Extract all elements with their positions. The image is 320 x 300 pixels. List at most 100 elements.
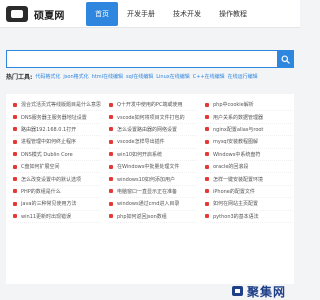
bullet-icon: [205, 189, 209, 194]
article-title: 怎么设置路由器的网络设置: [117, 126, 178, 133]
article-title: 混合式活页式等线版题目是什么意思: [21, 102, 101, 109]
bullet-icon: [109, 214, 113, 219]
article-link[interactable]: vscode如何将项目文件打包的: [109, 111, 197, 124]
nav-item-home[interactable]: 首页: [86, 2, 118, 26]
article-title: win10如何开启系统: [117, 151, 163, 158]
article-link[interactable]: win11更新时出现错误: [13, 211, 101, 223]
article-title: 怎样一键安装配置环境: [213, 176, 264, 183]
article-title: iPhone的配置文件: [213, 188, 255, 195]
bullet-icon: [109, 201, 113, 206]
top-header: 硕夏网 首页 开发手册 技术开发 操作教程: [0, 0, 300, 28]
bullet-icon: [13, 152, 17, 157]
bullet-icon: [13, 214, 17, 219]
bullet-icon: [109, 189, 113, 194]
article-link[interactable]: 如何在网站主页配置: [205, 198, 293, 211]
article-title: 电脑窗口一直显示正在准备: [117, 188, 178, 195]
bullet-icon: [205, 127, 209, 132]
main-nav: 首页 开发手册 技术开发 操作教程: [86, 0, 256, 28]
site-logo[interactable]: 硕夏网: [6, 6, 65, 22]
bullet-icon: [13, 102, 17, 107]
bullet-icon: [13, 164, 17, 169]
article-link[interactable]: 混合式活页式等线版题目是什么意思: [13, 99, 101, 112]
article-link[interactable]: vscode怎样导出插件: [109, 136, 197, 149]
article-link[interactable]: 在Windows中批量处理文件: [109, 161, 197, 174]
article-link[interactable]: php中cookie解析: [205, 99, 293, 112]
article-title: Windows中系统盘符: [213, 151, 261, 158]
article-link[interactable]: mysql安装教程图解: [205, 136, 293, 149]
article-link[interactable]: Q十开发中使用的PC端或使用: [109, 99, 197, 112]
nav-item-dev-manual[interactable]: 开发手册: [118, 2, 164, 26]
article-link[interactable]: nginx配置alias与root: [205, 124, 293, 137]
article-link[interactable]: 怎么设置路由器的网络设置: [109, 124, 197, 137]
article-title: windows10如何添加用户: [117, 176, 175, 183]
bullet-icon: [205, 139, 209, 144]
article-link[interactable]: 用户关系的数据管理器: [205, 111, 293, 124]
search-bar: [6, 50, 294, 68]
article-link[interactable]: python3的基本语法: [205, 211, 293, 223]
article-title: C盘如何扩展空间: [21, 164, 60, 171]
article-link[interactable]: PHP的数组是什么: [13, 186, 101, 199]
article-link[interactable]: php如何返回json数组: [109, 211, 197, 223]
article-title: 进程管理中如何终止程序: [21, 139, 77, 146]
hot-tool-link[interactable]: C++在线编辑: [193, 73, 225, 80]
article-link[interactable]: 电脑窗口一直显示正在准备: [109, 186, 197, 199]
bullet-icon: [109, 139, 113, 144]
article-title: mysql安装教程图解: [213, 139, 258, 146]
article-link[interactable]: java的三种常见使用方法: [13, 198, 101, 211]
nav-item-tutorials[interactable]: 操作教程: [210, 2, 256, 26]
hot-tool-link[interactable]: 在线运行编辑: [228, 73, 258, 80]
bullet-icon: [13, 139, 17, 144]
article-title: Q十开发中使用的PC端或使用: [117, 102, 183, 109]
article-title: PHP的数组是什么: [21, 188, 61, 195]
hot-tools-bar: 热门工具: 代码格式化 json格式化 html在线编辑 sql在线编辑 Lin…: [6, 71, 294, 81]
article-link[interactable]: 怎么改变设置中的默认选项: [13, 173, 101, 186]
bullet-icon: [13, 177, 17, 182]
article-title: nginx配置alias与root: [213, 126, 264, 133]
watermark-text: 聚集网: [246, 284, 286, 299]
article-link[interactable]: 怎样一键安装配置环境: [205, 173, 293, 186]
article-title: php如何返回json数组: [117, 213, 167, 220]
article-link[interactable]: DNS模式 Dublin Core: [13, 149, 101, 161]
bullet-icon: [205, 214, 209, 219]
bullet-icon: [109, 164, 113, 169]
search-button[interactable]: [277, 50, 294, 68]
article-title: DNS服务器主服务器地址设置: [21, 114, 87, 121]
article-link[interactable]: 路由器192.168.0.1打开: [13, 124, 101, 137]
article-link[interactable]: oracle的回滚段: [205, 161, 293, 174]
article-title: oracle的回滚段: [213, 164, 249, 171]
article-title: php中cookie解析: [213, 102, 254, 109]
article-title: python3的基本语法: [213, 213, 259, 220]
article-title: 如何在网站主页配置: [213, 201, 259, 208]
article-link[interactable]: windows10如何添加用户: [109, 173, 197, 186]
article-link[interactable]: iPhone的配置文件: [205, 186, 293, 199]
bullet-icon: [13, 201, 17, 206]
bullet-icon: [205, 115, 209, 120]
article-title: 怎么改变设置中的默认选项: [21, 176, 82, 183]
article-link[interactable]: Windows中系统盘符: [205, 149, 293, 161]
hot-tool-link[interactable]: json格式化: [63, 73, 88, 80]
hot-tool-link[interactable]: sql在线编辑: [126, 73, 153, 80]
bullet-icon: [13, 127, 17, 132]
article-panel: 混合式活页式等线版题目是什么意思 Q十开发中使用的PC端或使用 php中cookie…: [6, 94, 294, 284]
search-icon: [281, 54, 290, 64]
bullet-icon: [109, 152, 113, 157]
hot-tool-link[interactable]: html在线编辑: [92, 73, 123, 80]
hot-tool-link[interactable]: Linux在线编辑: [156, 73, 189, 80]
article-link[interactable]: DNS服务器主服务器地址设置: [13, 111, 101, 124]
nav-item-tech-dev[interactable]: 技术开发: [164, 2, 210, 26]
article-link[interactable]: windows通过cmd进入目录: [109, 198, 197, 211]
article-link[interactable]: win10如何开启系统: [109, 149, 197, 161]
article-link[interactable]: 进程管理中如何终止程序: [13, 136, 101, 149]
search-input[interactable]: [6, 50, 277, 68]
bullet-icon: [205, 177, 209, 182]
hot-tool-link[interactable]: 代码格式化: [35, 73, 60, 80]
logo-icon: [6, 6, 28, 22]
hot-tools-label: 热门工具:: [6, 73, 33, 81]
article-title: 路由器192.168.0.1打开: [21, 126, 77, 133]
bullet-icon: [13, 189, 17, 194]
bullet-icon: [205, 201, 209, 206]
article-title: 用户关系的数据管理器: [213, 114, 264, 121]
article-link[interactable]: C盘如何扩展空间: [13, 161, 101, 174]
article-title: DNS模式 Dublin Core: [21, 151, 73, 158]
article-title: vscode怎样导出插件: [117, 139, 165, 146]
